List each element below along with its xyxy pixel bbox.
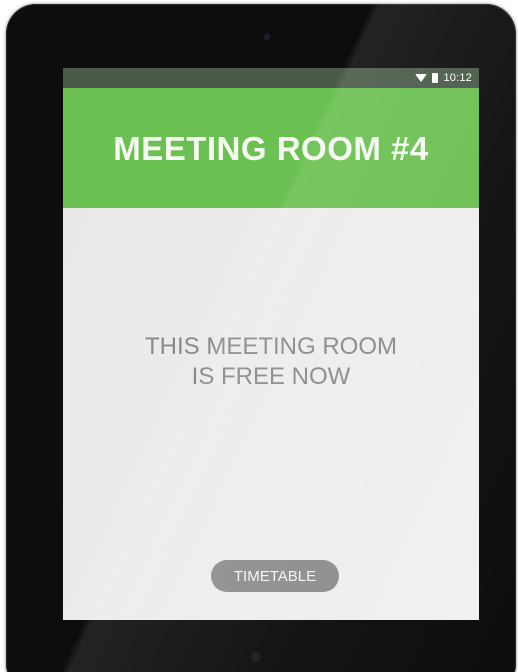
- status-indicators: 10:12: [415, 68, 472, 88]
- availability-message-line-1: THIS MEETING ROOM: [145, 333, 397, 360]
- stage: 10:12 MEETING ROOM #4 THIS MEETING ROOM …: [0, 0, 518, 672]
- page-title: MEETING ROOM #4: [113, 130, 429, 167]
- screen: 10:12 MEETING ROOM #4 THIS MEETING ROOM …: [63, 68, 479, 620]
- availability-message: THIS MEETING ROOM IS FREE NOW: [63, 332, 479, 392]
- availability-message-line-2: IS FREE NOW: [191, 363, 351, 390]
- status-time: 10:12: [443, 72, 472, 84]
- main-content: THIS MEETING ROOM IS FREE NOW TIMETABLE: [63, 208, 479, 620]
- wifi-icon: [415, 74, 428, 82]
- tablet-frame: 10:12 MEETING ROOM #4 THIS MEETING ROOM …: [6, 4, 516, 672]
- timetable-button[interactable]: TIMETABLE: [211, 560, 339, 592]
- home-button[interactable]: [251, 652, 261, 662]
- header: MEETING ROOM #4: [63, 88, 479, 208]
- status-bar: 10:12: [63, 68, 479, 88]
- camera-icon: [264, 34, 270, 40]
- battery-icon: [432, 73, 439, 83]
